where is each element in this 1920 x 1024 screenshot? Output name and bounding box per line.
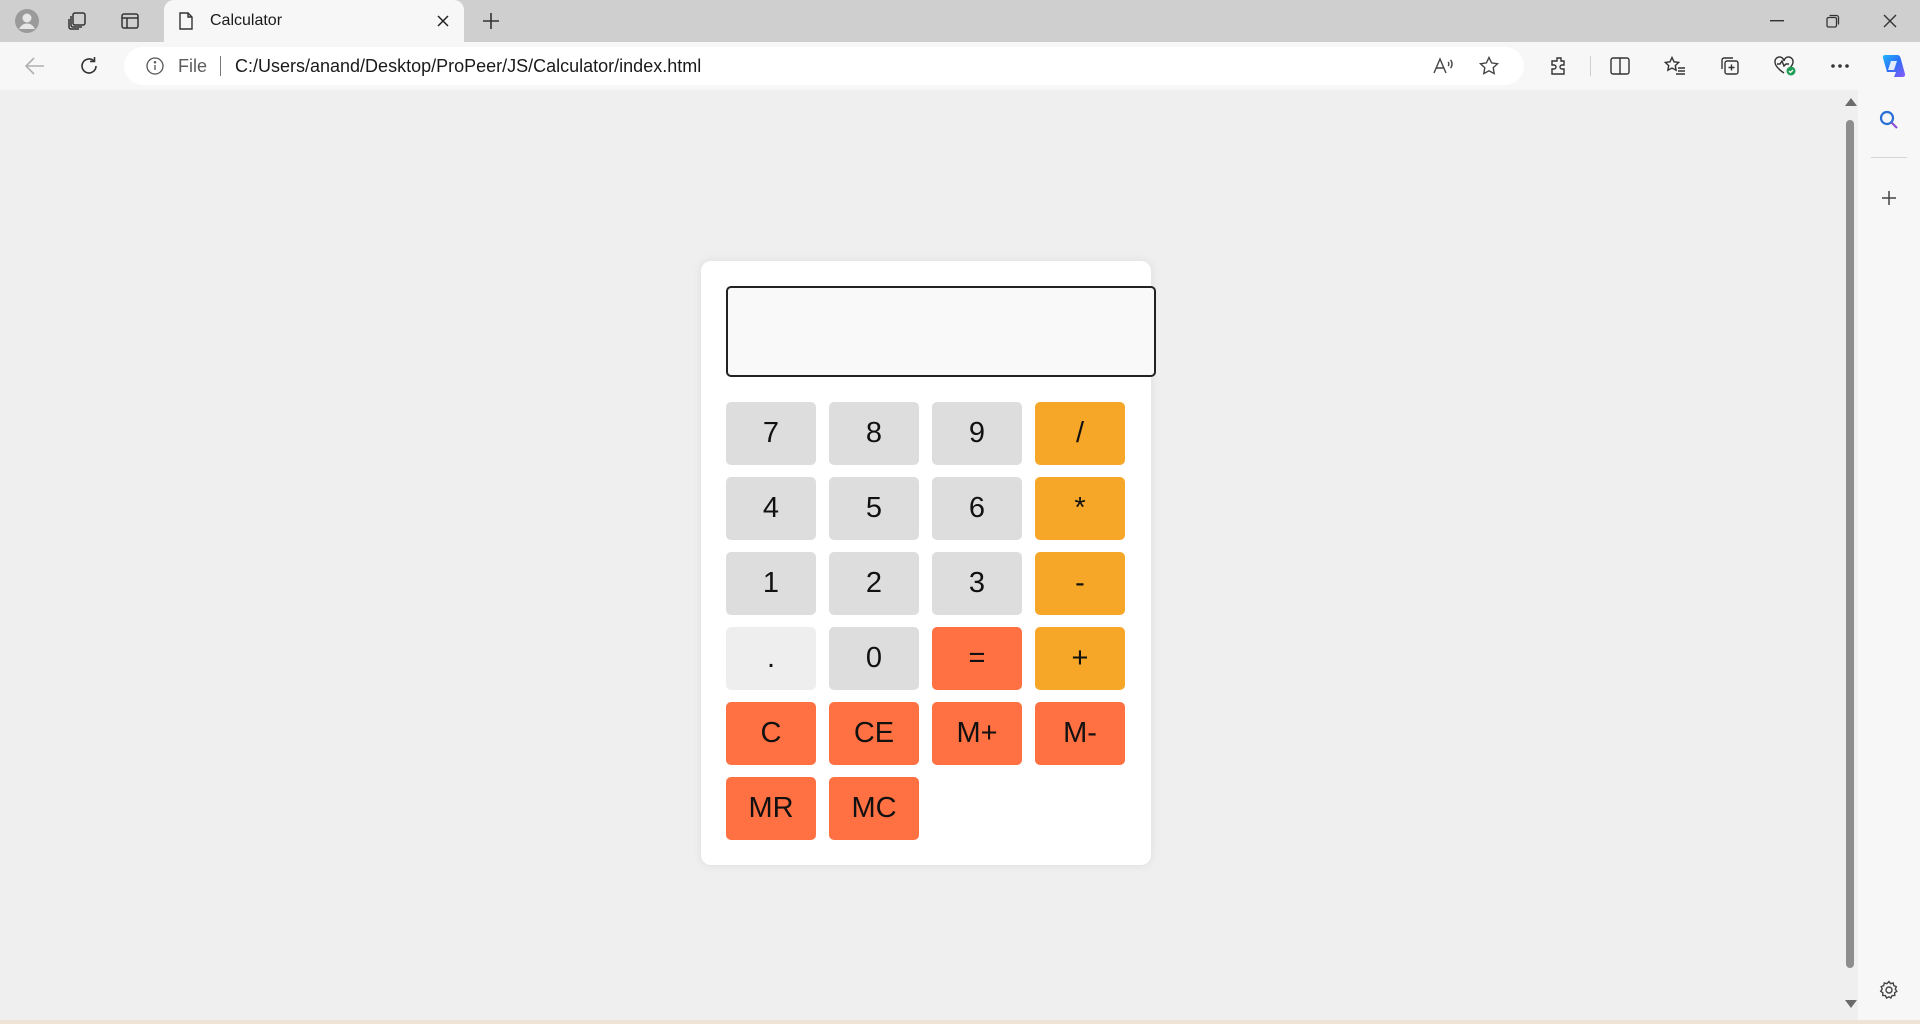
refresh-icon[interactable]: [75, 52, 103, 80]
clear-entry-button[interactable]: CE: [829, 702, 919, 765]
subtract-button[interactable]: -: [1035, 552, 1125, 615]
toolbar-divider: [1590, 56, 1591, 76]
5-button[interactable]: 5: [829, 477, 919, 540]
close-icon[interactable]: [432, 10, 454, 32]
page-icon: [178, 12, 194, 35]
7-button[interactable]: 7: [726, 402, 816, 465]
info-icon[interactable]: [146, 57, 164, 80]
restore-icon[interactable]: [1805, 0, 1861, 42]
calculator: 7 8 9/ 4 5 6 * 1 2 3-. 0 = + C CE M+ M- MR MC: [701, 261, 1156, 865]
split-screen-icon[interactable]: [1606, 52, 1634, 80]
profile-icon[interactable]: [13, 7, 41, 35]
memory-add-button[interactable]: M+: [932, 702, 1022, 765]
1-button[interactable]: 1: [726, 552, 816, 615]
scheme-label: File: [178, 56, 208, 76]
8-button[interactable]: 8: [829, 402, 919, 465]
scroll-up-icon[interactable]: [1845, 98, 1857, 106]
favorite-star-icon[interactable]: [1475, 52, 1503, 80]
tab-title: Calculator: [210, 12, 283, 29]
scroll-down-icon[interactable]: [1845, 1000, 1857, 1008]
calculator-display[interactable]: [726, 286, 1156, 377]
clear-button[interactable]: C: [726, 702, 816, 765]
0-button[interactable]: 0: [829, 627, 919, 690]
more-icon[interactable]: [1826, 52, 1854, 80]
scroll-thumb[interactable]: [1846, 120, 1854, 968]
6-button[interactable]: 6: [932, 477, 1022, 540]
browser-essentials-icon[interactable]: [1771, 52, 1799, 80]
browser-toolbar: File C:/Users/anand/Desktop/ProPeer/JS/C…: [0, 42, 1920, 90]
sidebar-divider: [1871, 157, 1907, 158]
extensions-icon[interactable]: [1545, 52, 1573, 80]
calculator-keypad: 7 8 9/ 4 5 6 * 1 2 3-. 0 = + C CE M+ M- MR MC: [726, 402, 1125, 840]
url-text[interactable]: C:/Users/anand/Desktop/ProPeer/JS/Calcul…: [235, 56, 701, 77]
address-separator: [220, 56, 221, 76]
minimize-icon[interactable]: [1749, 0, 1805, 42]
workspaces-icon[interactable]: [63, 7, 91, 35]
page-scrollbar[interactable]: [1844, 90, 1857, 1012]
edge-sidebar: [1858, 90, 1920, 1024]
settings-icon[interactable]: [1875, 976, 1903, 1004]
3-button[interactable]: 3: [932, 552, 1022, 615]
equals-button[interactable]: =: [932, 627, 1022, 690]
favorites-icon[interactable]: [1661, 52, 1689, 80]
read-aloud-icon[interactable]: [1429, 52, 1457, 80]
memory-clear-button[interactable]: MC: [829, 777, 919, 840]
copilot-icon[interactable]: [1879, 52, 1907, 80]
active-tab[interactable]: Calculator: [164, 0, 464, 42]
memory-subtract-button[interactable]: M-: [1035, 702, 1125, 765]
memory-recall-button[interactable]: MR: [726, 777, 816, 840]
tab-actions-icon[interactable]: [116, 7, 144, 35]
search-icon[interactable]: [1875, 106, 1903, 134]
tab-strip: Calculator: [0, 0, 1920, 42]
2-button[interactable]: 2: [829, 552, 919, 615]
add-icon[interactable]: [1875, 184, 1903, 212]
address-bar[interactable]: File C:/Users/anand/Desktop/ProPeer/JS/C…: [124, 47, 1524, 85]
close-window-icon[interactable]: [1862, 0, 1918, 42]
9-button[interactable]: 9: [932, 402, 1022, 465]
multiply-button[interactable]: *: [1035, 477, 1125, 540]
window-bottom-edge: [0, 1020, 1920, 1024]
decimal-button[interactable]: .: [726, 627, 816, 690]
collections-icon[interactable]: [1716, 52, 1744, 80]
back-icon[interactable]: [21, 52, 49, 80]
4-button[interactable]: 4: [726, 477, 816, 540]
add-button[interactable]: +: [1035, 627, 1125, 690]
new-tab-icon[interactable]: [477, 7, 505, 35]
divide-button[interactable]: /: [1035, 402, 1125, 465]
